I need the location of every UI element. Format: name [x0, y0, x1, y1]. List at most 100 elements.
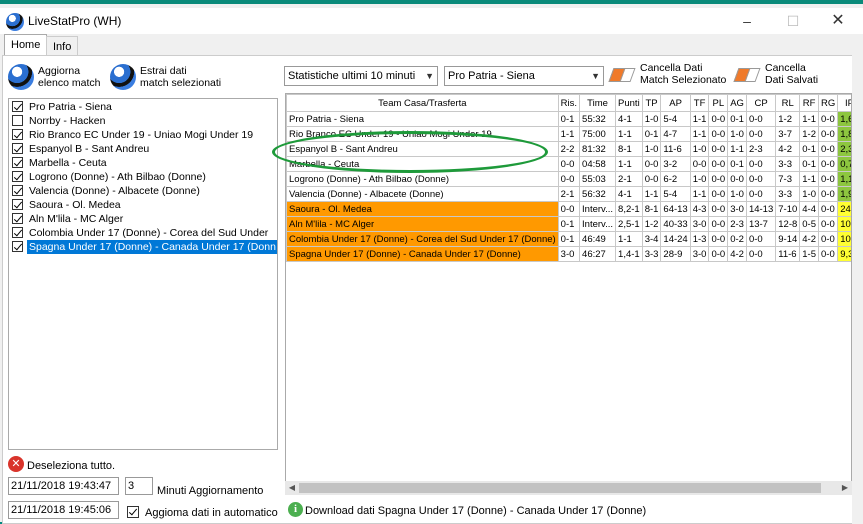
- delete-saved-button[interactable]: Cancella Dati Salvati: [733, 62, 818, 86]
- tab-info[interactable]: Info: [46, 36, 79, 56]
- match-checkbox[interactable]: [12, 157, 23, 168]
- close-button[interactable]: ✕: [815, 8, 861, 34]
- list-item[interactable]: Espanyol B - Sant Andreu: [9, 142, 277, 156]
- scrollbar-thumb[interactable]: [299, 483, 821, 493]
- stat-cell: 0-0: [557, 201, 581, 217]
- column-header[interactable]: RG: [817, 94, 839, 112]
- deselect-all-link[interactable]: Deseleziona tutto.: [27, 460, 115, 472]
- stat-cell: 1-0: [641, 141, 662, 157]
- column-header[interactable]: AP: [660, 94, 691, 112]
- vertical-scrollbar[interactable]: [852, 34, 863, 524]
- stat-cell: 1-2: [641, 216, 662, 232]
- stat-cell: 1-1: [799, 171, 819, 187]
- column-header[interactable]: AG: [727, 94, 747, 112]
- match-checkbox[interactable]: [12, 171, 23, 182]
- stat-cell: 1,9: [837, 186, 851, 202]
- stat-cell: 0-0: [708, 156, 729, 172]
- stat-cell: 0-0: [817, 201, 839, 217]
- stat-cell: 7-10: [775, 201, 801, 217]
- list-item[interactable]: Aln M'lila - MC Alger: [9, 212, 277, 226]
- match-checkbox[interactable]: [12, 227, 23, 238]
- match-checkbox[interactable]: [12, 101, 23, 112]
- stat-cell: 2-3: [745, 141, 777, 157]
- minutes-input[interactable]: 3: [125, 477, 153, 495]
- column-header[interactable]: PL: [708, 94, 729, 112]
- stat-cell: 12-8: [775, 216, 801, 232]
- list-item[interactable]: Valencia (Donne) - Albacete (Donne): [9, 184, 277, 198]
- column-header[interactable]: RL: [775, 94, 801, 112]
- list-item[interactable]: Saoura - Ol. Medea: [9, 198, 277, 212]
- stat-cell: Interv...: [579, 201, 617, 217]
- table-row[interactable]: Colombia Under 17 (Donne) - Corea del Su…: [286, 231, 851, 247]
- stat-cell: 1,8: [837, 126, 851, 142]
- stat-cell: 0-0: [708, 201, 729, 217]
- stat-cell: 8-1: [641, 201, 662, 217]
- stat-cell: 0-0: [745, 186, 777, 202]
- column-header[interactable]: Punti: [615, 94, 643, 112]
- stat-cell: 4-3: [689, 201, 710, 217]
- auto-update-checkbox[interactable]: [127, 506, 139, 518]
- stat-cell: 2-3: [727, 216, 747, 232]
- match-list[interactable]: Pro Patria - Siena Norrby - Hacken Rio Bra…: [8, 98, 278, 450]
- column-header[interactable]: Time: [579, 94, 617, 112]
- column-header[interactable]: CP: [745, 94, 777, 112]
- column-header[interactable]: TF: [689, 94, 710, 112]
- match-checkbox[interactable]: [12, 213, 23, 224]
- minimize-button[interactable]: –: [724, 8, 770, 34]
- match-checkbox[interactable]: [12, 185, 23, 196]
- match-checkbox[interactable]: [12, 199, 23, 210]
- stat-cell: 10,2: [837, 216, 851, 232]
- table-row[interactable]: Aln M'lila - MC Alger 0-1 Interv... 2,5-1 1-…: [286, 216, 851, 232]
- last-update-field: 21/11/2018 19:43:47: [8, 477, 119, 495]
- list-item[interactable]: Rio Branco EC Under 19 - Uniao Mogi Unde…: [9, 128, 277, 142]
- list-item[interactable]: Norrby - Hacken: [9, 114, 277, 128]
- list-item[interactable]: Marbella - Ceuta: [9, 156, 277, 170]
- stat-cell: 1-0: [727, 126, 747, 142]
- match-label: Aln M'lila - MC Alger: [29, 213, 124, 225]
- extract-data-button[interactable]: Estrai dati match selezionati: [110, 64, 221, 90]
- app-window: LiveStatPro (WH) – ☐ ✕ Home Info Aggiorn…: [0, 0, 863, 524]
- column-header[interactable]: IP: [837, 94, 851, 112]
- stat-cell: 1,6: [837, 111, 851, 127]
- table-row[interactable]: Valencia (Donne) - Albacete (Donne) 2-1 56…: [286, 186, 851, 202]
- table-row[interactable]: Logrono (Donne) - Ath Bilbao (Donne) 0-0 5…: [286, 171, 851, 187]
- maximize-button[interactable]: ☐: [770, 8, 816, 34]
- match-checkbox[interactable]: [12, 241, 23, 252]
- stat-cell: 0-0: [708, 126, 729, 142]
- tab-home[interactable]: Home: [4, 34, 48, 56]
- column-header[interactable]: Ris.: [557, 94, 581, 112]
- stat-cell: 1-1: [615, 156, 643, 172]
- table-row[interactable]: Spagna Under 17 (Donne) - Canada Under 1…: [286, 246, 851, 262]
- stat-cell: 3-0: [689, 216, 710, 232]
- stat-cell: 1-1: [689, 111, 710, 127]
- stat-cell: 11-6: [660, 141, 691, 157]
- table-row[interactable]: Pro Patria - Siena 0-1 55:32 4-1 1-0 5-4 1-1 0-…: [286, 111, 851, 127]
- red-cross-icon[interactable]: ✕: [8, 456, 24, 472]
- stats-table-grid: Team Casa/Trasferta Ris. Time Punti TP AP TF PL…: [286, 94, 851, 262]
- list-item[interactable]: Spagna Under 17 (Donne) - Canada Under 1…: [9, 240, 277, 254]
- list-item[interactable]: Colombia Under 17 (Donne) - Corea del Su…: [9, 226, 277, 240]
- match-checkbox[interactable]: [12, 129, 23, 140]
- table-row[interactable]: Saoura - Ol. Medea 0-0 Interv... 8,2-1 8-1 64…: [286, 201, 851, 217]
- update-list-button[interactable]: Aggiorna elenco match: [8, 64, 100, 90]
- column-header[interactable]: TP: [641, 94, 662, 112]
- horizontal-scrollbar[interactable]: ◀ ▶: [285, 481, 852, 495]
- match-checkbox[interactable]: [12, 143, 23, 154]
- list-item[interactable]: Pro Patria - Siena: [9, 100, 277, 114]
- match-label: Rio Branco EC Under 19 - Uniao Mogi Unde…: [29, 129, 254, 141]
- match-checkbox[interactable]: [12, 115, 23, 126]
- chevron-down-icon: ▼: [425, 71, 434, 81]
- list-item[interactable]: Logrono (Donne) - Ath Bilbao (Donne): [9, 170, 277, 184]
- chevron-right-icon[interactable]: ▶: [838, 481, 852, 495]
- chevron-down-icon: ▼: [591, 71, 600, 81]
- stat-cell: 4-7: [660, 126, 691, 142]
- match-label: Marbella - Ceuta: [29, 157, 107, 169]
- stat-cell: 1-0: [799, 186, 819, 202]
- stats-period-select[interactable]: Statistiche ultimi 10 minuti ▼: [284, 66, 438, 86]
- stat-cell: 0-1: [727, 111, 747, 127]
- chevron-left-icon[interactable]: ◀: [285, 481, 299, 495]
- match-select[interactable]: Pro Patria - Siena ▼: [444, 66, 604, 86]
- delete-selected-button[interactable]: Cancella Dati Match Selezionato: [608, 62, 726, 86]
- column-header[interactable]: RF: [799, 94, 819, 112]
- column-header[interactable]: Team Casa/Trasferta: [286, 94, 559, 112]
